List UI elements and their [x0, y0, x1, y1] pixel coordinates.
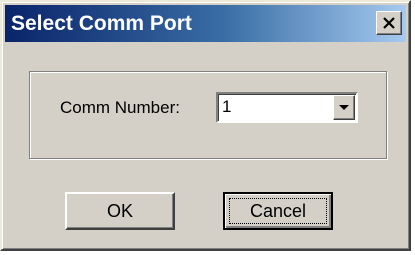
- cancel-button-label: Cancel: [249, 201, 307, 221]
- select-comm-port-dialog: Select Comm Port Comm Number: 1 OK Cance…: [0, 0, 411, 251]
- ok-button-label: OK: [106, 201, 133, 221]
- close-icon: [383, 17, 395, 29]
- chevron-down-icon: [339, 105, 349, 110]
- dialog-title: Select Comm Port: [11, 12, 192, 35]
- comm-port-group: Comm Number: 1: [29, 71, 387, 159]
- cancel-button[interactable]: Cancel: [223, 192, 333, 230]
- ok-button[interactable]: OK: [65, 192, 175, 230]
- comm-number-label: Comm Number:: [60, 98, 180, 117]
- comm-number-dropdown-button[interactable]: [333, 95, 355, 120]
- title-bar[interactable]: Select Comm Port: [5, 5, 406, 42]
- comm-number-select[interactable]: 1: [216, 92, 358, 123]
- close-button[interactable]: [376, 11, 402, 35]
- comm-number-value: 1: [222, 97, 232, 116]
